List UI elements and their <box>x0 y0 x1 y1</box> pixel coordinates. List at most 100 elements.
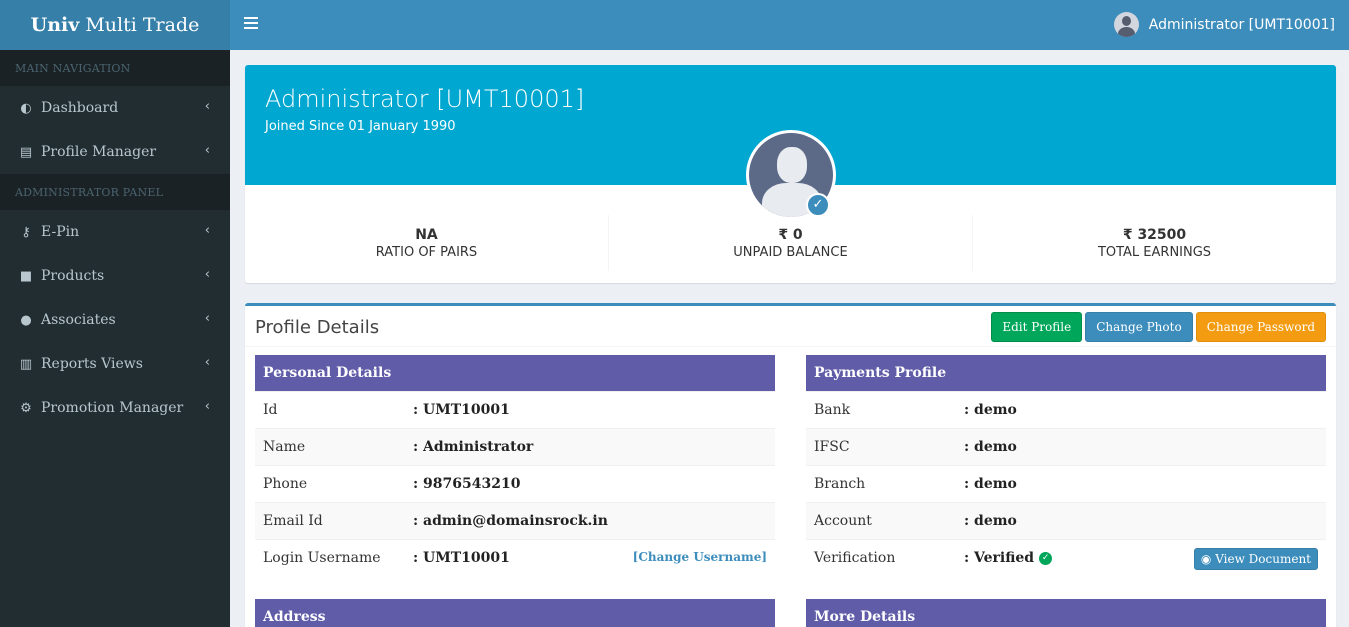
user-label: Administrator [UMT10001] <box>1148 16 1335 33</box>
sidebar-item-label: Profile Manager <box>41 144 157 160</box>
admin-panel-header: ADMINISTRATOR PANEL <box>0 174 230 210</box>
bar-chart-icon: ▥ <box>19 356 33 372</box>
sidebar-item-products[interactable]: ■ Products ‹ <box>0 254 230 298</box>
chevron-left-icon: ‹ <box>204 143 210 158</box>
change-username-link[interactable]: [Change Username] <box>633 550 767 564</box>
table-row: Phone : 9876543210 <box>255 465 775 502</box>
panel-header: More Details <box>806 599 1326 627</box>
row-key: Login Username <box>263 550 381 566</box>
dashboard-icon: ◐ <box>20 100 32 116</box>
stat-value: NA <box>415 227 438 243</box>
user-icon: ● <box>20 312 32 328</box>
sidebar-item-label: Products <box>41 268 105 284</box>
payments-profile-panel: Payments Profile Bank : demo IFSC : demo… <box>806 355 1326 576</box>
sidebar-item-promotion-manager[interactable]: ⚙ Promotion Manager ‹ <box>0 386 230 430</box>
sidebar: MAIN NAVIGATION ◐ Dashboard ‹ ▤ Profile … <box>0 50 230 627</box>
brand-bold: Univ <box>30 14 80 36</box>
row-value: : demo <box>964 402 1017 418</box>
sidebar-item-associates[interactable]: ● Associates ‹ <box>0 298 230 342</box>
stat-label: RATIO OF PAIRS <box>375 245 478 260</box>
chevron-left-icon: ‹ <box>204 267 210 282</box>
row-key: Account <box>814 513 872 529</box>
sidebar-item-label: Promotion Manager <box>41 400 184 416</box>
sidebar-item-profile-manager[interactable]: ▤ Profile Manager ‹ <box>0 130 230 174</box>
row-value: : 9876543210 <box>413 476 521 492</box>
edit-profile-button[interactable]: Edit Profile <box>991 312 1083 342</box>
sidebar-item-reports-views[interactable]: ▥ Reports Views ‹ <box>0 342 230 386</box>
stat-total-earnings: ₹ 32500 TOTAL EARNINGS <box>973 215 1336 271</box>
personal-details-panel: Personal Details Id : UMT10001 Name : Ad… <box>255 355 775 576</box>
verified-badge-icon: ✓ <box>806 193 830 217</box>
row-value: : UMT10001 <box>413 550 510 566</box>
row-value: : UMT10001 <box>413 402 510 418</box>
row-key: Verification <box>814 550 896 566</box>
table-row: Branch : demo <box>806 465 1326 502</box>
row-value: : demo <box>964 476 1017 492</box>
table-row: Login Username : UMT10001 [Change Userna… <box>255 539 775 576</box>
user-menu[interactable]: Administrator [UMT10001] <box>1113 12 1335 37</box>
row-key: Bank <box>814 402 851 418</box>
stat-value: ₹ 32500 <box>1122 227 1187 243</box>
panel-header: Payments Profile <box>806 355 1326 391</box>
stat-label: UNPAID BALANCE <box>733 245 848 260</box>
main-content: Administrator [UMT10001] Joined Since 01… <box>230 50 1349 627</box>
personal-rows: Id : UMT10001 Name : Administrator Phone… <box>255 391 775 576</box>
chevron-left-icon: ‹ <box>204 311 210 326</box>
divider <box>245 346 1336 347</box>
stat-ratio-of-pairs: NA RATIO OF PAIRS <box>245 215 609 271</box>
id-card-icon: ▤ <box>19 144 33 160</box>
sidebar-item-label: E-Pin <box>41 224 80 240</box>
details-actions: Edit Profile Change Photo Change Passwor… <box>988 312 1326 342</box>
row-key: Branch <box>814 476 866 492</box>
sidebar-item-label: Associates <box>41 312 116 328</box>
row-value: : demo <box>964 513 1017 529</box>
sidebar-item-dashboard[interactable]: ◐ Dashboard ‹ <box>0 86 230 130</box>
top-navbar: Administrator [UMT10001] <box>230 0 1349 50</box>
row-value: : admin@domainsrock.in <box>413 513 608 529</box>
row-key: Name <box>263 439 306 455</box>
gears-icon: ⚙ <box>20 400 32 416</box>
chevron-left-icon: ‹ <box>204 223 210 238</box>
row-key: Phone <box>263 476 308 492</box>
profile-stats: NA RATIO OF PAIRS ₹ 0 UNPAID BALANCE ₹ 3… <box>245 215 1336 271</box>
profile-name: Administrator [UMT10001] <box>265 85 585 113</box>
user-avatar <box>1113 12 1139 37</box>
row-value: : Verified ✓ <box>964 550 1053 566</box>
view-document-button[interactable]: ◉ View Document <box>1193 548 1318 570</box>
sidebar-item-e-pin[interactable]: ⚷ E-Pin ‹ <box>0 210 230 254</box>
brand-rest: Multi Trade <box>85 14 200 36</box>
address-panel: Address <box>255 599 775 627</box>
payments-rows: Bank : demo IFSC : demo Branch : demo Ac… <box>806 391 1326 576</box>
stat-value: ₹ 0 <box>778 227 803 243</box>
key-icon: ⚷ <box>21 224 31 240</box>
sidebar-item-label: Reports Views <box>41 356 143 372</box>
row-key: Email Id <box>263 513 323 529</box>
table-row: Name : Administrator <box>255 428 775 465</box>
stat-label: TOTAL EARNINGS <box>1097 245 1212 260</box>
row-value: : demo <box>964 439 1017 455</box>
more-details-panel: More Details <box>806 599 1326 627</box>
stat-unpaid-balance: ₹ 0 UNPAID BALANCE <box>609 215 973 271</box>
chevron-left-icon: ‹ <box>204 399 210 414</box>
menu-toggle-icon[interactable] <box>244 17 258 29</box>
details-title: Profile Details <box>255 317 380 338</box>
change-photo-button[interactable]: Change Photo <box>1085 312 1193 342</box>
row-key: Id <box>263 402 278 418</box>
shopping-bag-icon: ■ <box>19 268 33 284</box>
panel-header: Address <box>255 599 775 627</box>
eye-icon: ◉ <box>1200 552 1216 566</box>
main-nav-header: MAIN NAVIGATION <box>0 50 230 86</box>
sidebar-item-label: Dashboard <box>41 100 119 116</box>
chevron-left-icon: ‹ <box>204 99 210 114</box>
table-row: Email Id : admin@domainsrock.in <box>255 502 775 539</box>
table-row: Account : demo <box>806 502 1326 539</box>
app-logo[interactable]: Univ Multi Trade <box>0 0 230 50</box>
table-row: Id : UMT10001 <box>255 391 775 428</box>
table-row: Bank : demo <box>806 391 1326 428</box>
profile-card: Administrator [UMT10001] Joined Since 01… <box>245 65 1336 283</box>
chevron-left-icon: ‹ <box>204 355 210 370</box>
row-key: IFSC <box>814 439 850 455</box>
view-document-label: View Document <box>1215 552 1311 566</box>
verification-value: : Verified <box>964 550 1035 566</box>
change-password-button[interactable]: Change Password <box>1195 312 1326 342</box>
